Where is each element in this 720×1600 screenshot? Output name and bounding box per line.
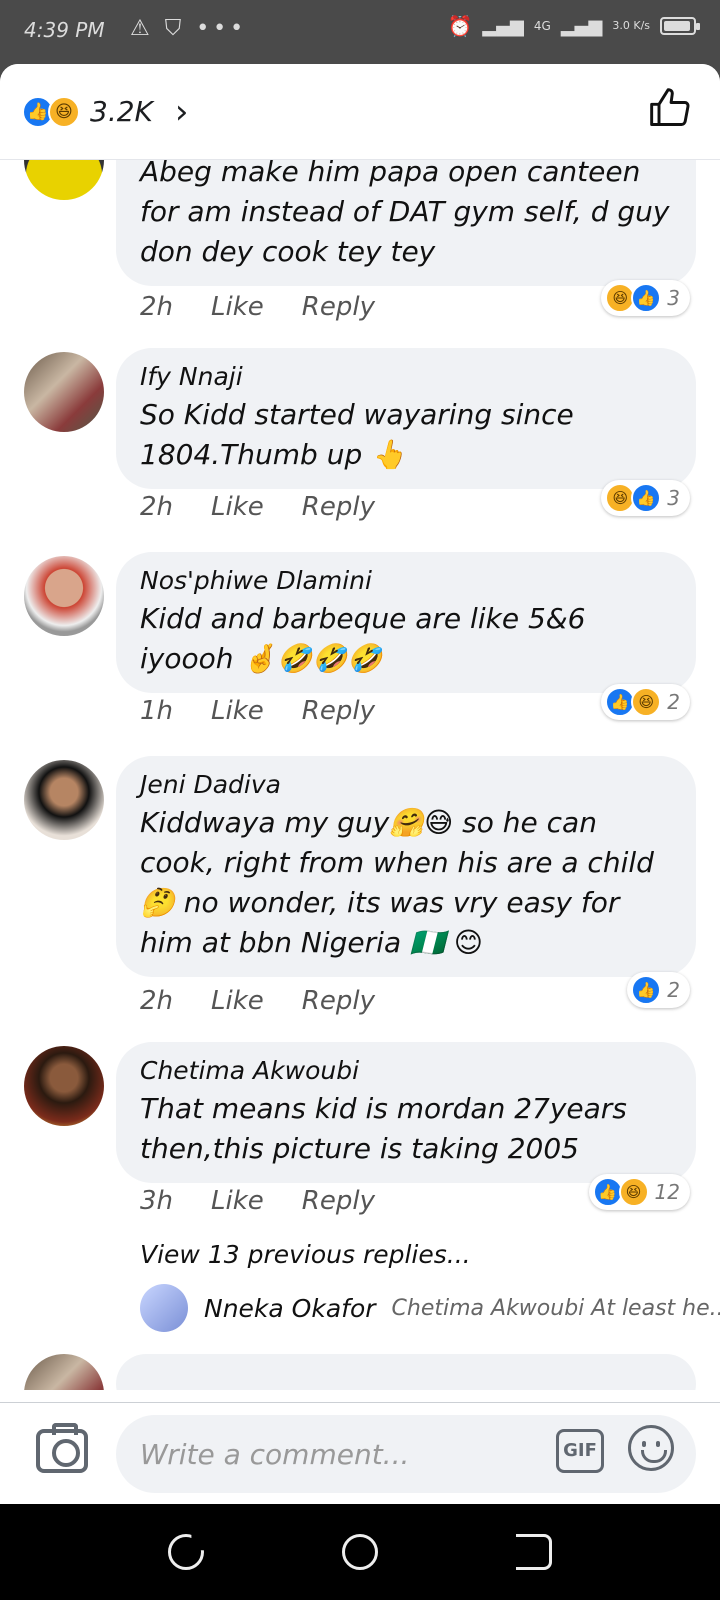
comment-actions: 2h Like Reply (140, 292, 375, 322)
reaction-count: 2 (667, 690, 680, 714)
comment-composer: Write a comment... GIF (0, 1402, 720, 1504)
comment-time: 3h (140, 1186, 174, 1216)
back-button[interactable] (516, 1534, 552, 1570)
comment-text: So Kidd started wayaring since 1804.Thum… (140, 398, 574, 471)
comment-bubble[interactable]: Abeg make him papa open canteen for am i… (116, 160, 696, 286)
like-link[interactable]: Like (211, 492, 264, 522)
comment-text: That means kid is mordan 27years then,th… (140, 1092, 627, 1165)
camera-icon[interactable] (36, 1423, 88, 1473)
system-nav-bar (0, 1504, 720, 1600)
comment-author[interactable]: Jeni Dadiva (140, 770, 672, 799)
reply-snippet: Chetima Akwoubi At least he... (391, 1295, 720, 1321)
reaction-badge[interactable]: 😆 👍 3 (601, 480, 690, 516)
reply-link[interactable]: Reply (302, 492, 375, 522)
avatar[interactable] (24, 760, 104, 840)
reaction-badge[interactable]: 👍 2 (627, 972, 690, 1008)
reaction-count: 2 (667, 978, 680, 1002)
like-reaction-icon: 👍 (631, 483, 662, 513)
haha-reaction-icon: 😆 (631, 687, 662, 717)
recents-button[interactable] (168, 1534, 204, 1570)
like-link[interactable]: Like (211, 1186, 264, 1216)
reaction-badge[interactable]: 👍 😆 12 (588, 1174, 690, 1210)
avatar[interactable] (24, 556, 104, 636)
comment-bubble[interactable]: Nos'phiwe Dlamini Kidd and barbeque are … (116, 552, 696, 693)
comment-time: 1h (140, 696, 174, 726)
alarm-icon: ⏰ (447, 14, 473, 38)
avatar[interactable] (24, 352, 104, 432)
status-notification-icons: ⚠ ⛉ ••• (130, 16, 248, 41)
comment-bubble[interactable] (116, 1354, 696, 1390)
avatar[interactable] (24, 1354, 104, 1390)
reply-link[interactable]: Reply (302, 696, 375, 726)
gif-button[interactable]: GIF (556, 1429, 604, 1473)
comment-bubble[interactable]: Ify Nnaji So Kidd started wayaring since… (116, 348, 696, 489)
home-button[interactable] (342, 1534, 378, 1570)
emoji-icon[interactable] (628, 1425, 674, 1471)
battery-icon (660, 17, 700, 35)
comment-author[interactable]: Chetima Akwoubi (140, 1056, 672, 1085)
avatar[interactable] (140, 1284, 188, 1332)
reply-author[interactable]: Nneka Okafor (204, 1294, 376, 1323)
reaction-badge[interactable]: 👍 😆 2 (601, 684, 690, 720)
thumbs-up-icon (650, 88, 690, 126)
comment-actions: 2h Like Reply (140, 492, 375, 522)
signal-icon-2: ▂▄▆ (560, 15, 603, 37)
comment-author[interactable]: Nos'phiwe Dlamini (140, 566, 672, 595)
status-bar: 4:39 PM ⚠ ⛉ ••• ⏰ ▂▄▆ 4G ▂▄▆ 3.0 K/s (0, 0, 720, 64)
comment-bubble[interactable]: Chetima Akwoubi That means kid is mordan… (116, 1042, 696, 1183)
comment-text: Abeg make him papa open canteen for am i… (140, 160, 670, 268)
comments-sheet: 👍 😆 3.2K › Abeg make him papa open cante… (0, 64, 720, 1504)
comment-bubble[interactable]: Jeni Dadiva Kiddwaya my guy🤗😅 so he can … (116, 756, 696, 977)
data-speed: 3.0 K/s (612, 19, 650, 32)
reaction-count: 3.2K (90, 95, 153, 128)
comment-actions: 2h Like Reply (140, 986, 375, 1016)
comment-list[interactable]: Abeg make him papa open canteen for am i… (0, 160, 720, 1390)
like-link[interactable]: Like (211, 696, 264, 726)
chevron-right-icon[interactable]: › (175, 95, 189, 129)
avatar[interactable] (24, 160, 104, 200)
like-reaction-icon: 👍 (631, 283, 662, 313)
reaction-count: 3 (667, 486, 680, 510)
network-type: 4G (533, 19, 551, 33)
reply-link[interactable]: Reply (302, 1186, 375, 1216)
like-reaction-icon: 👍 (631, 975, 662, 1005)
comment-time: 2h (140, 986, 174, 1016)
signal-icon: ▂▄▆ (482, 15, 524, 37)
comment-text: Kidd and barbeque are like 5&6 iyoooh 🤞🤣… (140, 602, 586, 675)
status-time: 4:39 PM (24, 18, 105, 42)
like-link[interactable]: Like (211, 986, 264, 1016)
reaction-badge[interactable]: 😆 👍 3 (601, 280, 690, 316)
comment-time: 2h (140, 292, 174, 322)
reactions-header[interactable]: 👍 😆 3.2K › (0, 64, 720, 160)
reply-link[interactable]: Reply (302, 292, 375, 322)
comment-author[interactable]: Ify Nnaji (140, 362, 672, 391)
view-previous-replies-link[interactable]: View 13 previous replies... (140, 1240, 471, 1269)
comment-input[interactable]: Write a comment... (116, 1415, 696, 1493)
like-link[interactable]: Like (211, 292, 264, 322)
comment-text: Kiddwaya my guy🤗😅 so he can cook, right … (140, 806, 654, 959)
comment-actions: 3h Like Reply (140, 1186, 375, 1216)
comment-actions: 1h Like Reply (140, 696, 375, 726)
like-post-button[interactable] (646, 86, 694, 134)
reaction-count: 12 (654, 1180, 680, 1204)
reaction-count: 3 (667, 286, 680, 310)
comment-time: 2h (140, 492, 174, 522)
status-right: ⏰ ▂▄▆ 4G ▂▄▆ 3.0 K/s (447, 14, 700, 38)
avatar[interactable] (24, 1046, 104, 1126)
reply-preview[interactable]: Nneka Okafor Chetima Akwoubi At least he… (140, 1284, 720, 1332)
reply-link[interactable]: Reply (302, 986, 375, 1016)
haha-reaction-icon: 😆 (48, 95, 80, 128)
haha-reaction-icon: 😆 (618, 1177, 649, 1207)
